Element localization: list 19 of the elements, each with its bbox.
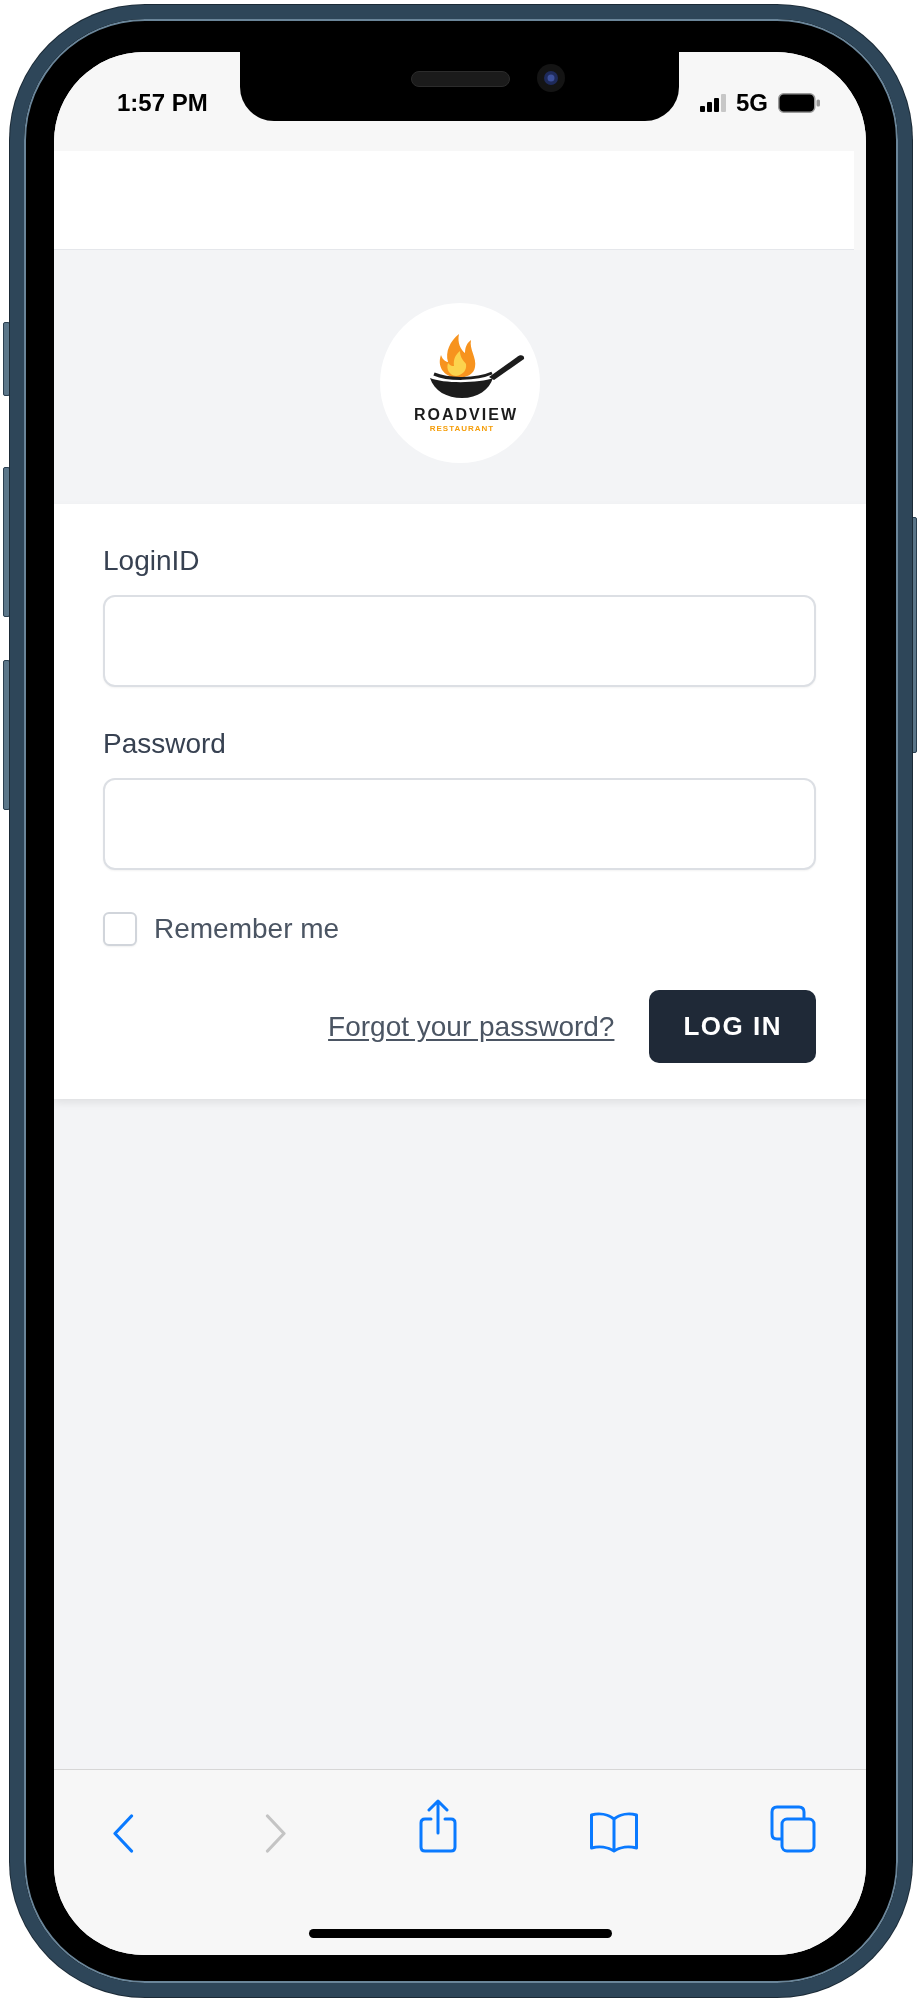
status-time: 1:57 PM [117, 88, 208, 118]
battery-icon [778, 93, 820, 113]
camera-icon [537, 64, 565, 92]
forgot-password-link[interactable]: Forgot your password? [328, 1009, 615, 1044]
field-label: LoginID [103, 544, 200, 578]
remember-checkbox[interactable] [103, 912, 137, 946]
tabs-icon[interactable] [770, 1805, 816, 1853]
checkbox-label: Remember me [154, 912, 340, 946]
book-icon[interactable] [589, 1811, 639, 1853]
logo-name: ROADVIEW [414, 408, 518, 422]
field-label: Password [103, 727, 226, 761]
logo-tagline: RESTAURANT [429, 424, 495, 433]
login-button[interactable]: LOG IN [649, 990, 816, 1063]
network-label: 5G [736, 88, 768, 118]
share-icon[interactable] [418, 1799, 458, 1853]
input-field[interactable] [103, 595, 816, 687]
signal-icon [700, 94, 726, 112]
back-icon[interactable] [112, 1814, 134, 1853]
input-field[interactable] [103, 778, 816, 870]
